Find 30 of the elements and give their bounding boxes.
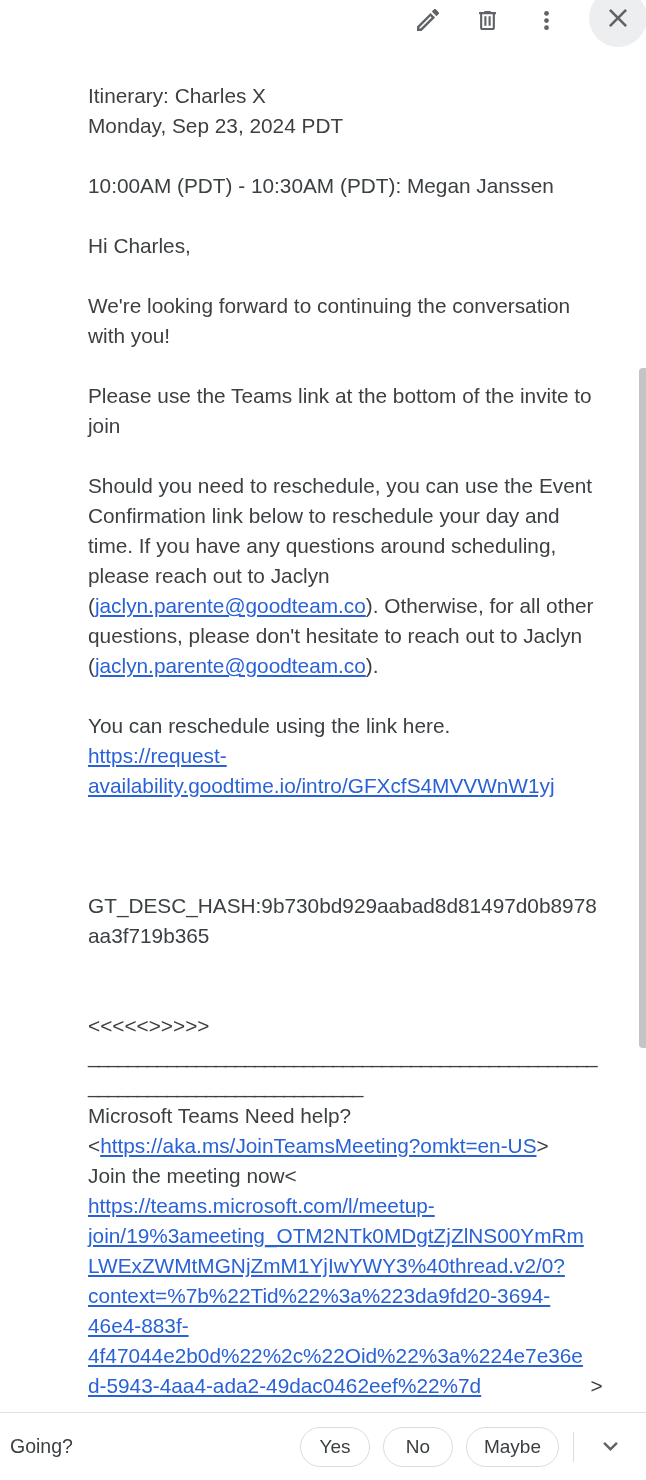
scrollbar-thumb[interactable]: [639, 368, 646, 1048]
email-text: 10:00AM (PDT) - 10:30AM (PDT): Megan Janssen: [88, 173, 555, 199]
url-link[interactable]: https://request-availability.goodtime.io/intro/GFXcfS4MVVWnW1yj: [88, 741, 605, 801]
email-text: You can reschedule using the link here.: [88, 713, 452, 739]
url-link[interactable]: https://aka.ms/JoinTeamsMeeting?omkt=en-US: [100, 1131, 537, 1161]
email-text: Should you need to reschedule, you can use the Event Confirmation link below to reschedule your day and time. If you have any questions around scheduling, please reach out to Jaclyn (jaclyn.parente@goodteam.co). Otherwise, for all other questions, please don't hesitate to reach out to Jaclyn (jaclyn.parente@goodteam.co).: [88, 473, 595, 679]
email-text: Monday, Sep 23, 2024 PDT: [88, 113, 345, 139]
email-text: Join the meeting now< https://teams.microsoft.com/l/meetup-join/19%3ameeting_OTM2NTk0MDgtZjZlNS00YmRmLWExZWMtMGNjZmM1YjIwYWY3%40thread.v2/0?context=%7b%22Tid%22%3a%223da9fd20-3694-46e4-883f-4f47044e2b0d%22%2c%22Oid%22%3a%224e7e36ed-5943-4aa4-ada2-49dac0462eef%22%7d >: [88, 1161, 605, 1401]
email-text: Microsoft Teams Need help?: [88, 1103, 353, 1129]
email-link[interactable]: jaclyn.parente@goodteam.co: [94, 654, 366, 677]
url-link[interactable]: https://teams.microsoft.com/l/meetup-join/19%3ameeting_OTM2NTk0MDgtZjZlNS00YmRmLWExZWMtMGNjZmM1YjIwYWY3%40thread.v2/0?context=%7b%22Tid%22%3a%223da9fd20-3694-46e4-883f-4f47044e2b0d%22%2c%22Oid%22%3a%224e7e36ed-5943-4aa4-ada2-49dac0462eef%22%7d: [88, 1191, 591, 1401]
pencil-icon: [417, 9, 439, 31]
email-text: GT_DESC_HASH:9b730bd929aabad8d81497d0b8978aa3f719b365: [88, 893, 598, 949]
rsvp-button[interactable]: Maybe: [465, 1426, 559, 1467]
rsvp-button[interactable]: Yes: [299, 1426, 370, 1467]
email-text: <<<<<>>>>>: [88, 1013, 211, 1039]
underscore-line: ________________________________________________________________________________: [88, 1043, 598, 1100]
rsvp-button[interactable]: No: [382, 1426, 453, 1467]
close-icon: [609, 9, 627, 27]
chevron-down-icon: [602, 1442, 618, 1451]
email-text: Please use the Teams link at the bottom of the invite to join: [88, 383, 593, 439]
email-link[interactable]: jaclyn.parente@goodteam.co: [94, 594, 366, 617]
rsvp-prompt: Going?: [10, 1435, 73, 1458]
email-text: We're looking forward to continuing the conversation with you!: [88, 293, 572, 349]
email-text: <https://aka.ms/JoinTeamsMeeting?omkt=en-US>: [88, 1131, 605, 1161]
email-text: Hi Charles,: [88, 233, 192, 259]
vertical-dots-icon: [543, 10, 549, 30]
email-text: Itinerary: Charles X: [88, 83, 267, 109]
trash-icon: [478, 10, 496, 30]
close-button[interactable]: [589, 0, 646, 47]
